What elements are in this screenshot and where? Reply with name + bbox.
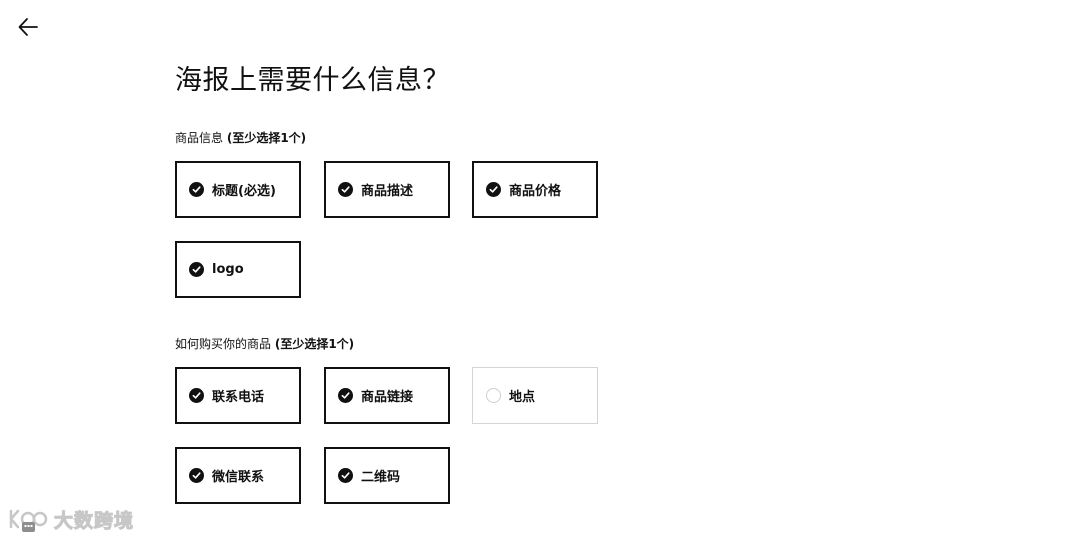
option-product-link[interactable]: 商品链接 <box>324 367 450 424</box>
section-label-text: 商品信息 <box>175 131 224 145</box>
checkmark-circle-icon <box>338 388 353 403</box>
watermark: 大数跨境 <box>8 506 134 533</box>
option-label: 商品链接 <box>361 390 414 405</box>
option-location[interactable]: 地点 <box>472 367 598 424</box>
option-label: 联系电话 <box>212 390 265 405</box>
section-label-product-info: 商品信息 (至少选择1个) <box>175 129 306 146</box>
option-label: 商品描述 <box>361 184 414 199</box>
page: 海报上需要什么信息？ 商品信息 (至少选择1个) 标题(必选) 商品描述 商品价… <box>0 0 1080 539</box>
section-hint: (至少选择1个) <box>274 337 355 351</box>
option-phone[interactable]: 联系电话 <box>175 367 301 424</box>
option-label: 商品价格 <box>509 184 562 199</box>
option-title-required[interactable]: 标题(必选) <box>175 161 301 218</box>
checkmark-circle-icon <box>486 182 501 197</box>
section-label-how-to-buy: 如何购买你的商品 (至少选择1个) <box>175 335 354 352</box>
section-hint: (至少选择1个) <box>226 131 307 145</box>
option-product-price[interactable]: 商品价格 <box>472 161 598 218</box>
option-logo[interactable]: logo <box>175 241 301 298</box>
arrow-left-icon <box>18 18 38 36</box>
section-label-text: 如何购买你的商品 <box>175 337 272 351</box>
checkmark-circle-icon <box>189 468 204 483</box>
option-qr-code[interactable]: 二维码 <box>324 447 450 504</box>
checkmark-circle-icon <box>189 182 204 197</box>
option-product-description[interactable]: 商品描述 <box>324 161 450 218</box>
option-label: 微信联系 <box>212 470 265 485</box>
page-title: 海报上需要什么信息？ <box>175 65 450 96</box>
empty-circle-icon <box>486 388 501 403</box>
watermark-text: 大数跨境 <box>53 510 135 533</box>
option-label: logo <box>212 262 244 277</box>
watermark-logo-icon <box>9 509 48 532</box>
back-button[interactable] <box>14 13 42 41</box>
option-label: 二维码 <box>361 470 401 485</box>
checkmark-circle-icon <box>338 468 353 483</box>
checkmark-circle-icon <box>189 262 204 277</box>
option-label: 标题(必选) <box>212 184 276 199</box>
option-label: 地点 <box>509 390 536 405</box>
option-wechat[interactable]: 微信联系 <box>175 447 301 504</box>
checkmark-circle-icon <box>189 388 204 403</box>
checkmark-circle-icon <box>338 182 353 197</box>
